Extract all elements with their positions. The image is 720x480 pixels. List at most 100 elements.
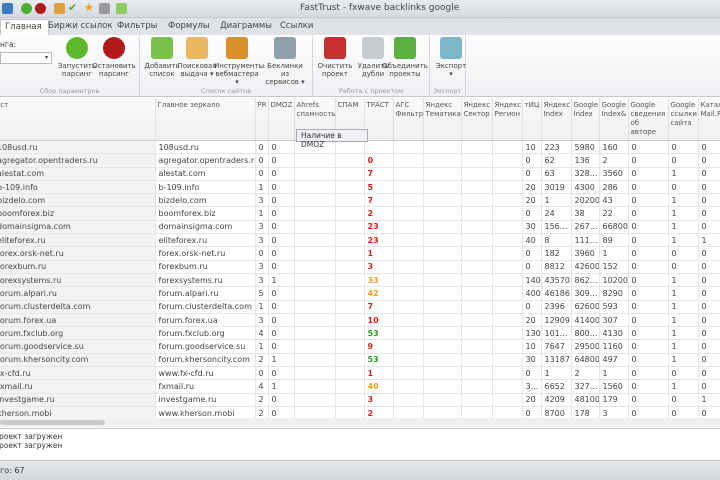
cell: 20 (522, 313, 542, 328)
table-row[interactable]: agregator.opentraders.ru agregator.opentr… (0, 153, 720, 168)
table-row[interactable]: kherson.mobi www.kherson.mobi 2 0 2 0 8700 178 3… (0, 406, 720, 418)
star-icon[interactable]: ★ (84, 1, 95, 14)
column-header[interactable]: ТРАСТ (364, 98, 394, 141)
button-label: Экспорт (435, 62, 467, 70)
column-header[interactable]: DMOZ (268, 98, 295, 141)
tab-links[interactable]: Ссылки (280, 21, 313, 31)
cell: 0 (698, 366, 720, 381)
table-row[interactable]: alestat.com alestat.com 0 0 7 0 63 328... 3560 0 1… (0, 167, 720, 181)
cell: 0 (268, 406, 295, 418)
cell (294, 167, 336, 181)
table-row[interactable]: fx-cfd.ru www.fx-cfd.ru 0 0 1 0 1 2 1 0 0 0 (0, 366, 720, 381)
table-row[interactable]: forexbum.ru forexbum.ru 3 0 3 0 8812 42600 152 0 0… (0, 260, 720, 274)
cell (461, 220, 493, 235)
cell: 0 (268, 339, 295, 354)
cell: 0 (668, 366, 699, 381)
table-row[interactable]: forum.clusterdelta.com forum.clusterdelta… (0, 300, 720, 314)
trash-icon[interactable] (99, 3, 110, 14)
column-header[interactable]: Главное зеркало (155, 98, 256, 141)
table-row[interactable]: forum.forex.ua forum.forex.ua 3 0 10 20 12909 4… (0, 313, 720, 328)
table-row[interactable]: forum.fxclub.org forum.fxclub.org 4 0 53 130 1… (0, 326, 720, 341)
edit-icon[interactable] (54, 3, 65, 14)
cell (423, 313, 462, 328)
cell: 23 (364, 220, 394, 235)
cell: 40 (364, 379, 394, 394)
cell: 1 (668, 353, 699, 368)
cell (294, 300, 336, 314)
cell (294, 406, 336, 418)
tab-filters[interactable]: Фильтры (117, 21, 157, 31)
cell: 0 (668, 140, 699, 155)
database-button[interactable]: Беклинки из сервисов ▾ (262, 37, 308, 86)
merge-button[interactable]: Объединить проекты (382, 37, 428, 78)
column-header[interactable]: АГС Фильтр (393, 98, 424, 141)
tab-charts[interactable]: Диаграммы (220, 21, 272, 31)
parsing-combo[interactable]: ▾ (0, 52, 52, 64)
table-row[interactable]: forex.orsk-net.ru forex.orsk-net.ru 0 0 1 0 18… (0, 246, 720, 261)
tab-main[interactable]: Главная (0, 19, 49, 35)
save-icon[interactable] (2, 3, 13, 14)
cell: 179 (599, 393, 629, 407)
cell: 12909 (541, 313, 572, 328)
cell (492, 140, 523, 155)
cell: 328... (571, 167, 600, 181)
table-row[interactable]: investgame.ru investgame.ru 2 0 3 20 4209 48100… (0, 393, 720, 407)
stop-icon[interactable] (35, 3, 46, 14)
column-header[interactable]: Яндекс Index (541, 98, 572, 141)
table-row[interactable]: b-109.info b-109.info 1 0 5 20 3019 4300 286 0 0 0 (0, 180, 720, 195)
table-row[interactable]: forum.alpari.ru forum.alpari.ru 5 0 42 400 461… (0, 286, 720, 301)
export-quick-icon[interactable] (116, 3, 127, 14)
cell: 10200 (599, 273, 629, 288)
cell: 0 (268, 233, 295, 248)
column-header[interactable]: Google ссылки сайта (668, 98, 699, 141)
table-row[interactable]: forexsystems.ru forexsystems.ru 3 1 33 140 435… (0, 273, 720, 288)
table-row[interactable]: forum.khersoncity.com forum.khersoncity.c… (0, 353, 720, 368)
column-header[interactable]: Google Index& (599, 98, 629, 141)
scrollbar-thumb[interactable] (0, 420, 105, 425)
cell: 7 (364, 300, 394, 314)
column-header[interactable]: Google Index (571, 98, 600, 141)
table-row[interactable]: domainsigma.com domainsigma.com 3 0 23 30 156.… (0, 220, 720, 235)
cell (294, 246, 336, 261)
cell (423, 260, 462, 274)
cell: 0 (364, 153, 394, 168)
check-icon[interactable]: ✔ (68, 1, 79, 14)
cell (393, 339, 424, 354)
column-header[interactable]: PR (255, 98, 269, 141)
table-row[interactable]: 108usd.ru 108usd.ru 0 0 10 223 5980 160 0 0 0 (0, 140, 720, 155)
cell: 1160 (599, 339, 629, 354)
table-row[interactable]: fxmail.ru fxmail.ru 4 1 40 3... 6652 327... 1560… (0, 379, 720, 394)
start-icon[interactable] (21, 3, 32, 14)
column-header[interactable]: Яндекс Тематика (423, 98, 462, 141)
cell: 0 (698, 220, 720, 235)
cell: 1 (668, 167, 699, 181)
group-label: Список сайтов (201, 87, 251, 95)
cell (461, 260, 493, 274)
column-header[interactable]: Яндекс Сектор (461, 98, 493, 141)
delete-duplicates-icon (362, 37, 384, 59)
tab-formulas[interactable]: Формулы (168, 21, 210, 31)
cell (461, 273, 493, 288)
red-circle-button[interactable]: Остановить парсинг (91, 37, 137, 78)
cell (423, 193, 462, 208)
column-header[interactable]: Яндекс Регион (492, 98, 523, 141)
table-row[interactable]: eliteforex.ru eliteforex.ru 3 0 23 40 8 111... 8… (0, 233, 720, 248)
export-button[interactable]: Экспорт ▾ (428, 37, 474, 78)
tab-link-exchanges[interactable]: Биржи ссылок (48, 21, 112, 31)
cell: 2396 (541, 300, 572, 314)
table-row[interactable]: forum.goodservice.su forum.goodservice.su… (0, 339, 720, 354)
cell: 24 (541, 206, 572, 221)
column-header[interactable]: тИЦ (522, 98, 542, 141)
column-header[interactable]: ост (0, 98, 156, 141)
horizontal-scrollbar[interactable] (0, 418, 720, 427)
column-header[interactable]: Катал Mail.R (698, 98, 720, 141)
cell: 1 (668, 233, 699, 248)
table-row[interactable]: bizdelo.com bizdelo.com 3 0 7 20 1 20200 43 0 1 0 (0, 193, 720, 208)
cell (423, 326, 462, 341)
tools-button[interactable]: Инструменты вебмастера ▾ (214, 37, 264, 86)
column-header[interactable]: Google сведения об авторе (628, 98, 669, 141)
cell (492, 220, 523, 235)
table-row[interactable]: boomforex.biz boomforex.biz 1 0 2 0 24 38 22 0 1 0 (0, 206, 720, 221)
button-label: Остановить (92, 62, 136, 70)
cell: 5 (364, 180, 394, 195)
